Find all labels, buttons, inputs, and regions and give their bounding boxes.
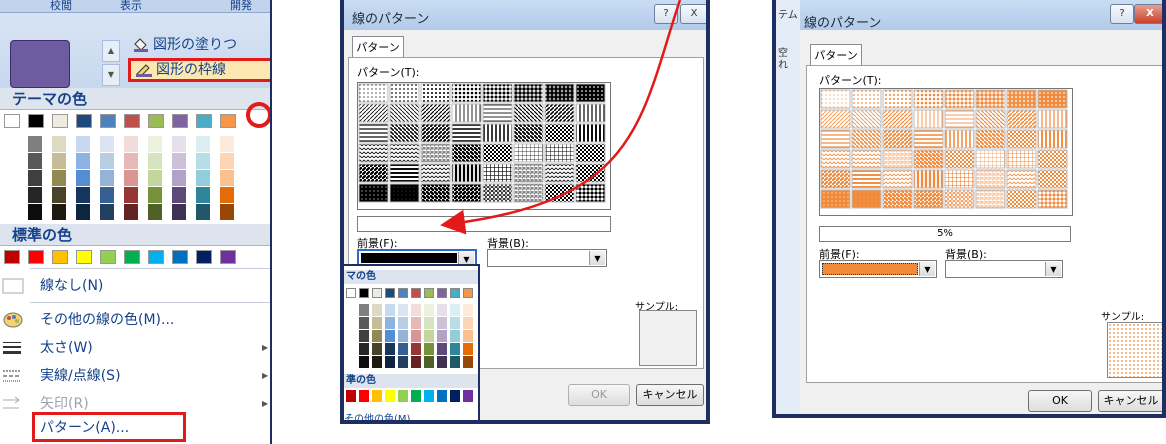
line-pattern-dialog-2: テム 空 れ 線のパターン ? X パターン パターン(T): 5% 前景(F)… xyxy=(772,0,1166,418)
pattern-cell[interactable] xyxy=(851,129,882,149)
pattern-grid xyxy=(819,88,1073,216)
strip-text: テム xyxy=(778,10,798,21)
pattern-cell[interactable] xyxy=(882,129,913,149)
pattern-cell[interactable] xyxy=(913,89,944,109)
pattern-cell[interactable] xyxy=(820,189,851,209)
dropdown-arrow-icon[interactable]: ▼ xyxy=(919,262,935,276)
pattern-cell[interactable] xyxy=(882,169,913,189)
pattern-cell[interactable] xyxy=(820,109,851,129)
pattern-name-field: 5% xyxy=(819,226,1071,242)
pattern-cell[interactable] xyxy=(1037,169,1068,189)
pattern-cell[interactable] xyxy=(1006,149,1037,169)
ok-button[interactable]: OK xyxy=(1028,390,1092,412)
pattern-cell[interactable] xyxy=(1006,129,1037,149)
pattern-cell[interactable] xyxy=(944,129,975,149)
background-strip: テム 空 れ xyxy=(776,0,800,414)
sample-label: サンプル: xyxy=(1101,312,1145,323)
pattern-cell[interactable] xyxy=(944,189,975,209)
dropdown-arrow-icon[interactable]: ▼ xyxy=(1045,262,1061,276)
pattern-cell[interactable] xyxy=(975,189,1006,209)
help-button[interactable]: ? xyxy=(1110,4,1134,24)
close-button[interactable]: X xyxy=(1134,4,1162,24)
pattern-cell[interactable] xyxy=(944,169,975,189)
pattern-cell[interactable] xyxy=(1006,109,1037,129)
cancel-button[interactable]: キャンセル xyxy=(1098,390,1162,412)
pattern-cell[interactable] xyxy=(944,109,975,129)
pattern-cell[interactable] xyxy=(820,129,851,149)
pattern-cell[interactable] xyxy=(851,89,882,109)
pattern-cell[interactable] xyxy=(1037,189,1068,209)
pattern-cell[interactable] xyxy=(820,149,851,169)
pattern-cell[interactable] xyxy=(882,109,913,129)
pattern-cell[interactable] xyxy=(975,169,1006,189)
pattern-cell[interactable] xyxy=(1006,169,1037,189)
pattern-cell[interactable] xyxy=(882,89,913,109)
sample-preview xyxy=(1107,322,1162,378)
foreground-swatch xyxy=(822,263,918,275)
pattern-cell[interactable] xyxy=(975,89,1006,109)
pattern-cell[interactable] xyxy=(882,189,913,209)
pattern-cell[interactable] xyxy=(975,109,1006,129)
pattern-cell[interactable] xyxy=(944,89,975,109)
tab-pattern[interactable]: パターン xyxy=(810,44,862,66)
pattern-cell[interactable] xyxy=(944,149,975,169)
pattern-cell[interactable] xyxy=(1006,89,1037,109)
pattern-cell[interactable] xyxy=(882,149,913,169)
pattern-cell[interactable] xyxy=(851,149,882,169)
dialog-title: 線のパターン xyxy=(804,16,882,31)
pattern-cell[interactable] xyxy=(1037,129,1068,149)
pattern-cell[interactable] xyxy=(851,189,882,209)
pattern-cell[interactable] xyxy=(913,189,944,209)
pattern-cell[interactable] xyxy=(1037,89,1068,109)
pattern-cell[interactable] xyxy=(1037,149,1068,169)
pattern-cell[interactable] xyxy=(975,129,1006,149)
background-dropdown[interactable]: ▼ xyxy=(945,260,1063,278)
pattern-cell[interactable] xyxy=(851,109,882,129)
pattern-cell[interactable] xyxy=(820,169,851,189)
pattern-cell[interactable] xyxy=(913,169,944,189)
pattern-cell[interactable] xyxy=(1037,109,1068,129)
pattern-cell[interactable] xyxy=(913,129,944,149)
pattern-cell[interactable] xyxy=(820,89,851,109)
foreground-dropdown[interactable]: ▼ xyxy=(819,260,937,278)
pattern-cell[interactable] xyxy=(913,149,944,169)
strip-text: れ xyxy=(778,60,788,71)
tab-content: パターン(T): 5% 前景(F): 背景(B): ▼ ▼ サンプル: xyxy=(806,65,1162,383)
pattern-label: パターン(T): xyxy=(819,74,882,87)
pattern-cell[interactable] xyxy=(851,169,882,189)
pattern-cell[interactable] xyxy=(1006,189,1037,209)
pattern-cell[interactable] xyxy=(975,149,1006,169)
pattern-cell[interactable] xyxy=(913,109,944,129)
